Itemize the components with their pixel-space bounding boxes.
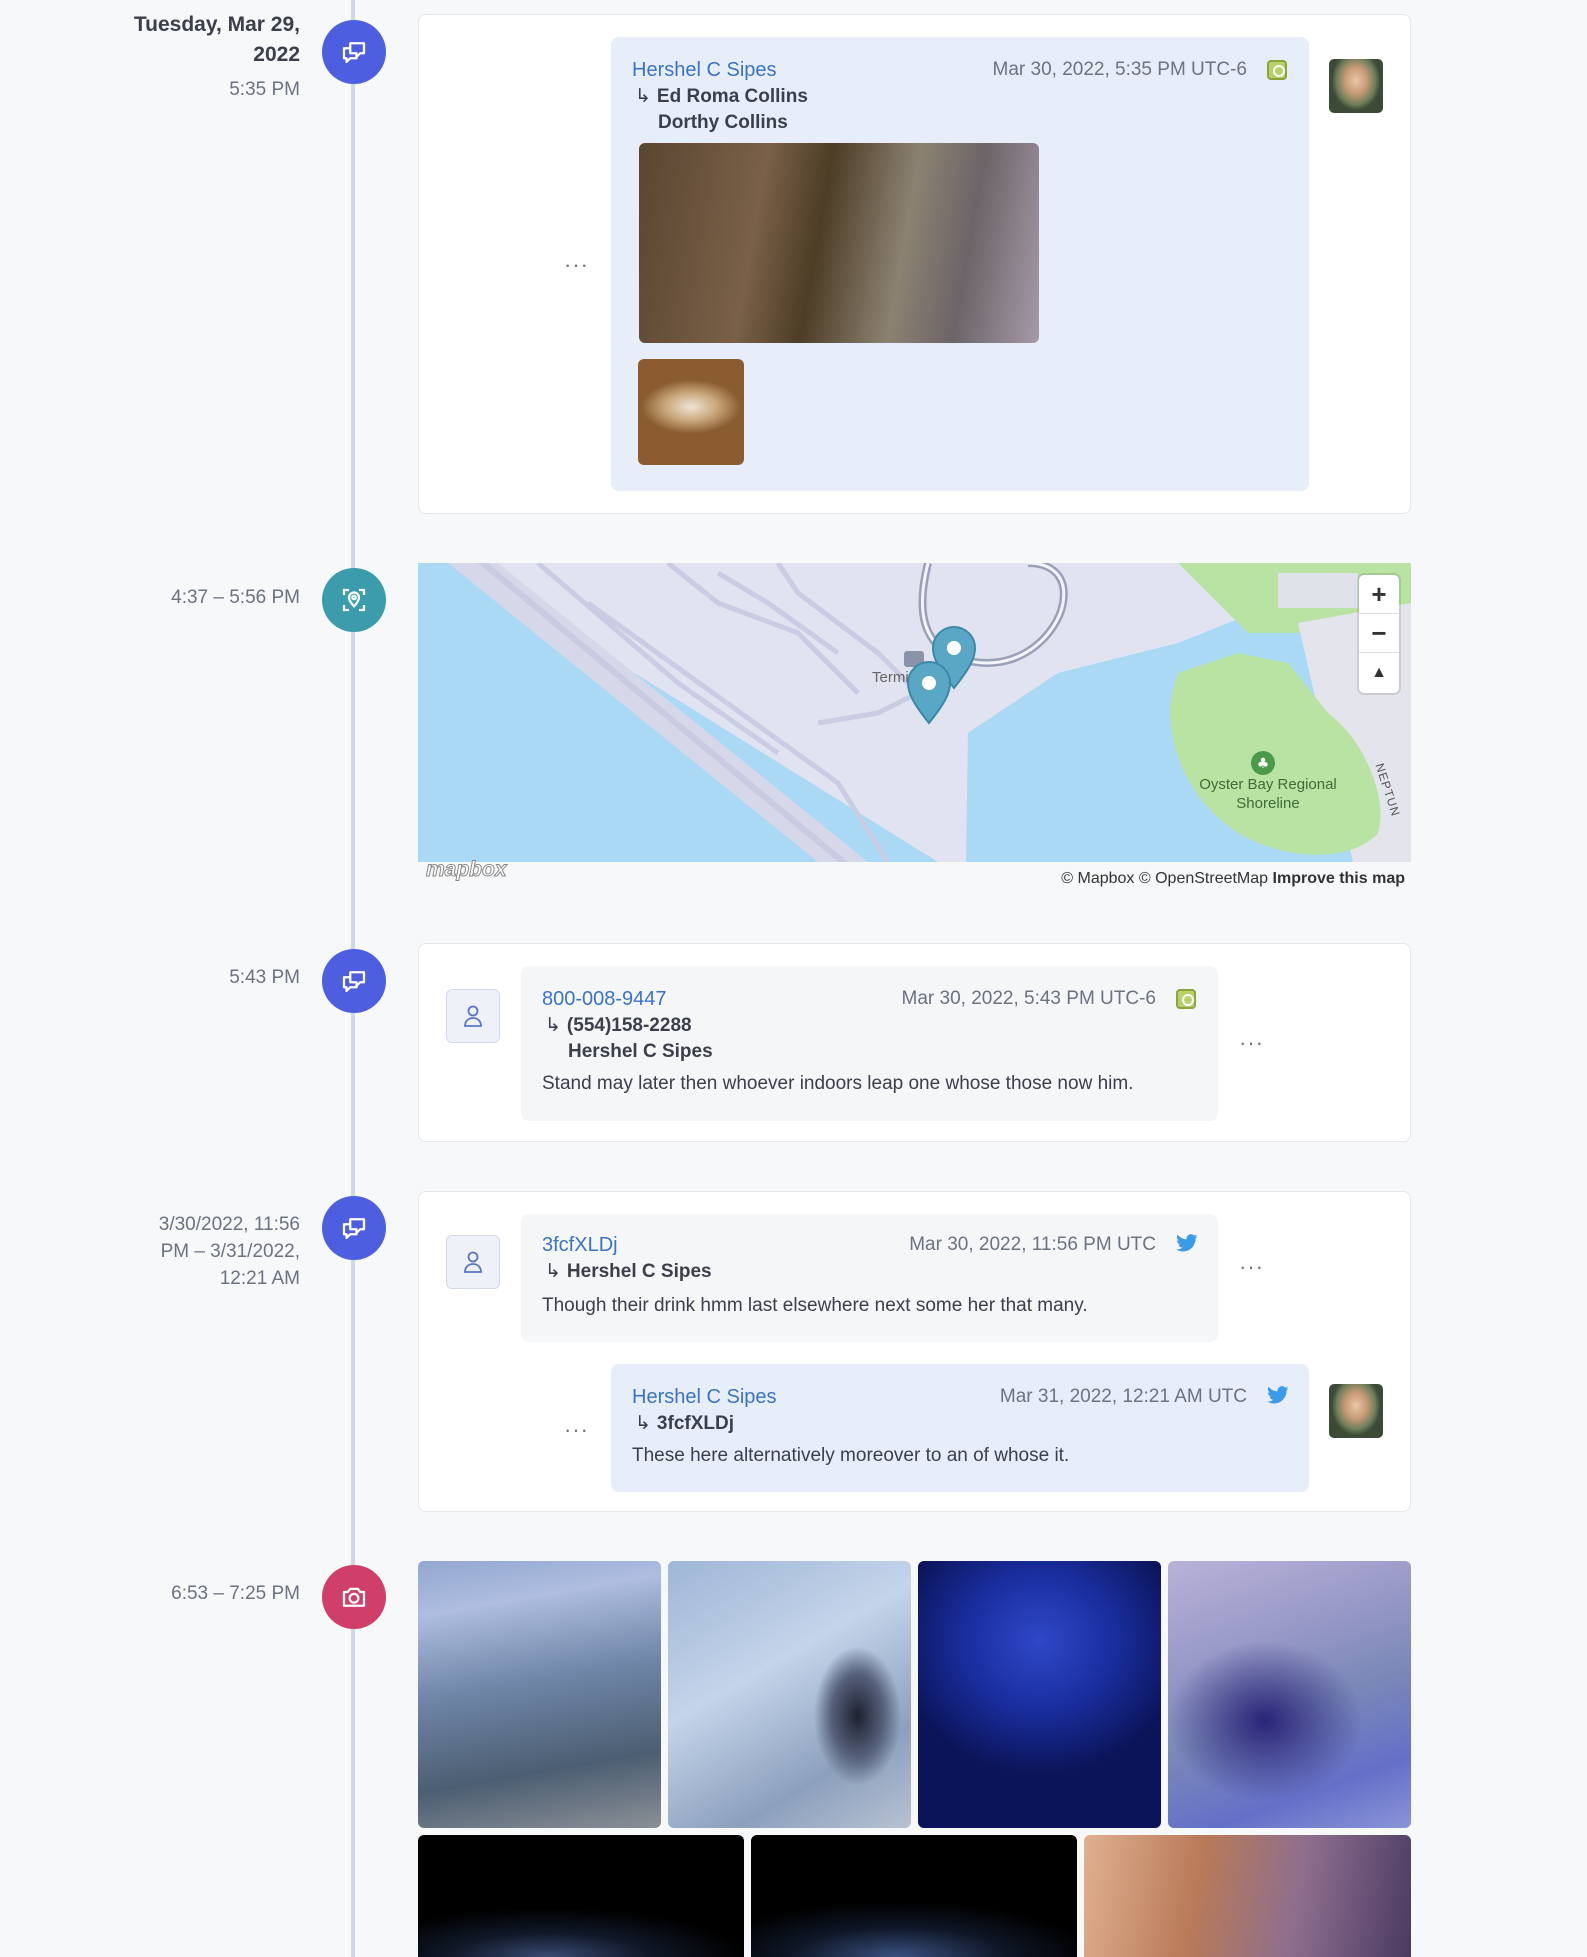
map-attribution: © Mapbox © OpenStreetMap Improve this ma… — [1061, 870, 1405, 888]
recipient: ↳ 3fcfXLDj — [635, 1411, 734, 1437]
photo-thumbnail[interactable] — [418, 1835, 744, 1957]
attachment-thumbnail[interactable] — [638, 359, 744, 465]
photo-thumbnail[interactable] — [1084, 1835, 1411, 1957]
zoom-out-button[interactable]: − — [1359, 614, 1399, 653]
photo-thumbnail[interactable] — [918, 1561, 1161, 1828]
conversation-card: 3fcfXLDj Mar 30, 2022, 11:56 PM UTC ↳ Her… — [418, 1191, 1411, 1512]
photo-thumbnail[interactable] — [418, 1561, 661, 1828]
chat-icon[interactable] — [322, 949, 386, 1013]
map-footer: mapbox © Mapbox © OpenStreetMap Improve … — [418, 858, 1411, 894]
reply-arrow-icon: ↳ — [545, 1261, 561, 1282]
recipient-name: Ed Roma Collins — [656, 86, 808, 107]
date-line: 2022 — [253, 43, 300, 66]
more-menu-button[interactable]: ··· — [1239, 1032, 1264, 1054]
message-card: 800-008-9447 Mar 30, 2022, 5:43 PM UTC-6… — [418, 943, 1411, 1142]
contact-icon — [1176, 989, 1196, 1009]
more-menu-button[interactable]: ··· — [1239, 1256, 1264, 1278]
date-heading: Tuesday, Mar 29, 2022 — [134, 10, 300, 70]
attribution-text[interactable]: © Mapbox © OpenStreetMap — [1061, 870, 1268, 887]
avatar — [1329, 1384, 1383, 1438]
message-timestamp: Mar 30, 2022, 5:43 PM UTC-6 — [901, 988, 1157, 1009]
time-line: PM – 3/31/2022, — [160, 1241, 300, 1262]
reply-arrow-icon: ↳ — [545, 1015, 561, 1036]
message-timestamp: Mar 30, 2022, 11:56 PM UTC — [909, 1234, 1156, 1255]
location-map[interactable]: ♣ Termi Oyster Bay Regional Shoreline NE… — [418, 563, 1411, 862]
recipient-name: (554)158-2288 — [566, 1015, 692, 1036]
event-time: 5:43 PM — [229, 967, 300, 988]
location-icon[interactable] — [322, 568, 386, 632]
reply-arrow-icon: ↳ — [635, 86, 651, 107]
recipient: ↳ Hershel C Sipes — [545, 1259, 712, 1285]
improve-map-link[interactable]: Improve this map — [1273, 870, 1405, 887]
chat-icon[interactable] — [322, 20, 386, 84]
message-bubble-outgoing: Hershel C Sipes Mar 31, 2022, 12:21 AM U… — [611, 1364, 1309, 1492]
event-time: 6:53 – 7:25 PM — [171, 1583, 300, 1604]
camera-icon[interactable] — [322, 1565, 386, 1629]
recipient: ↳ (554)158-2288 — [545, 1013, 692, 1039]
message-body: Though their drink hmm last elsewhere ne… — [542, 1295, 1088, 1316]
avatar — [1329, 59, 1383, 113]
date-line: Tuesday, Mar 29, — [133, 13, 300, 36]
sender-link[interactable]: 3fcfXLDj — [542, 1232, 618, 1258]
message-body: Stand may later then whoever indoors lea… — [542, 1073, 1134, 1094]
twitter-icon — [1176, 1234, 1198, 1257]
map-label-terminal: Termi — [872, 669, 909, 686]
attachment-image[interactable] — [639, 143, 1039, 343]
contact-icon — [1267, 60, 1287, 80]
message-timestamp: Mar 30, 2022, 5:35 PM UTC-6 — [992, 59, 1248, 80]
recipient-name: Hershel C Sipes — [568, 1041, 713, 1062]
time-line: 3/30/2022, 11:56 — [158, 1214, 300, 1235]
message-card: ··· Hershel C Sipes Mar 30, 2022, 5:35 P… — [418, 14, 1411, 514]
message-bubble-incoming: 800-008-9447 Mar 30, 2022, 5:43 PM UTC-6… — [521, 966, 1218, 1121]
svg-text:♣: ♣ — [1257, 756, 1270, 772]
event-time: 4:37 – 5:56 PM — [171, 587, 300, 608]
recipient-name: Hershel C Sipes — [566, 1261, 712, 1282]
compass-icon[interactable]: ▲ — [1359, 653, 1399, 692]
message-body: These here alternatively moreover to an … — [632, 1445, 1070, 1466]
time-line: 12:21 AM — [219, 1268, 300, 1289]
event-time-range: 3/30/2022, 11:56 PM – 3/31/2022, 12:21 A… — [159, 1211, 300, 1292]
chat-icon[interactable] — [322, 1196, 386, 1260]
sender-link[interactable]: Hershel C Sipes — [632, 1384, 777, 1410]
reply-arrow-icon: ↳ — [635, 1413, 651, 1434]
more-menu-button[interactable]: ··· — [564, 1419, 589, 1441]
map-label-park: Oyster Bay Regional Shoreline — [1199, 776, 1337, 812]
photo-thumbnail[interactable] — [751, 1835, 1077, 1957]
mapbox-logo: mapbox — [426, 858, 508, 882]
sender-link[interactable]: Hershel C Sipes — [632, 57, 777, 83]
person-icon — [446, 989, 500, 1043]
photo-thumbnail[interactable] — [668, 1561, 911, 1828]
person-icon — [446, 1235, 500, 1289]
message-bubble-incoming: 3fcfXLDj Mar 30, 2022, 11:56 PM UTC ↳ Her… — [521, 1214, 1218, 1342]
sender-link[interactable]: 800-008-9447 — [542, 986, 667, 1012]
event-time: 5:35 PM — [229, 79, 300, 100]
more-menu-button[interactable]: ··· — [564, 254, 589, 276]
message-bubble-outgoing: Hershel C Sipes Mar 30, 2022, 5:35 PM UT… — [611, 37, 1309, 491]
zoom-in-button[interactable]: + — [1359, 575, 1399, 614]
photo-thumbnail[interactable] — [1168, 1561, 1411, 1828]
twitter-icon — [1267, 1386, 1289, 1409]
recipient: ↳ Ed Roma Collins — [635, 84, 808, 110]
map-controls: + − ▲ — [1359, 575, 1399, 693]
message-timestamp: Mar 31, 2022, 12:21 AM UTC — [999, 1386, 1247, 1407]
recipient-name: Dorthy Collins — [658, 112, 788, 133]
recipient-name: 3fcfXLDj — [656, 1413, 734, 1434]
